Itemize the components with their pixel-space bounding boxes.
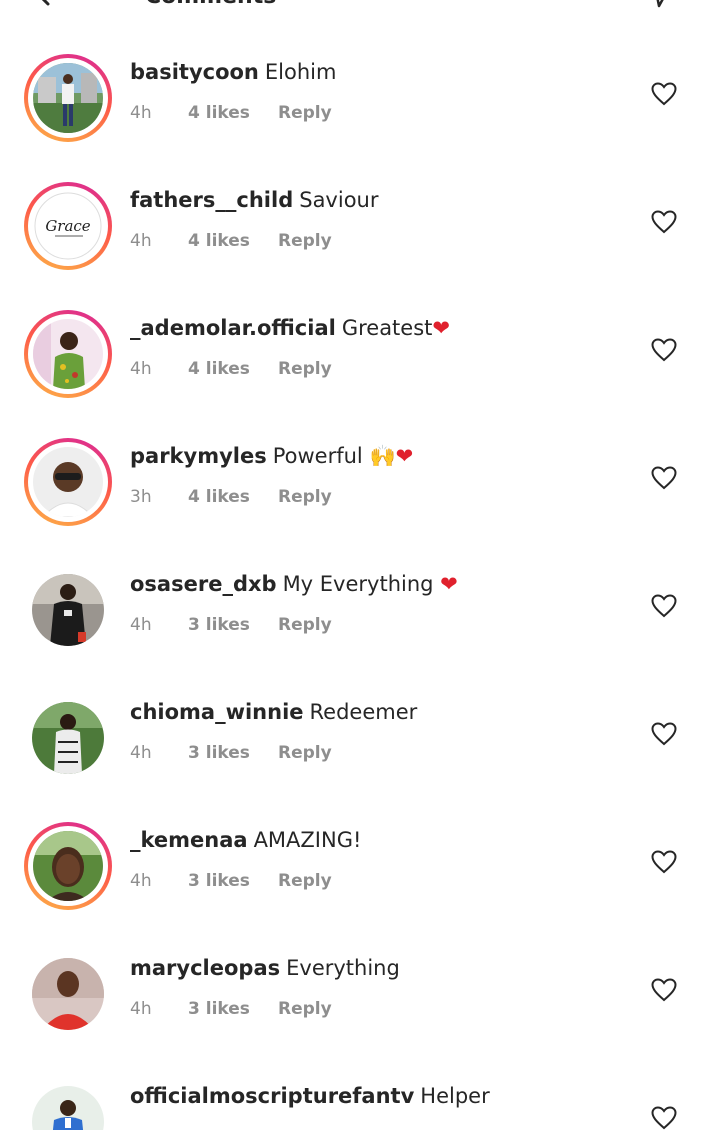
- comment-likes[interactable]: 4 likes: [188, 486, 250, 508]
- avatar[interactable]: [24, 566, 112, 654]
- avatar[interactable]: [24, 1078, 112, 1130]
- comment-time: 4h: [130, 615, 152, 635]
- like-heart-icon[interactable]: [651, 466, 677, 490]
- avatar-story-ring[interactable]: [24, 310, 112, 398]
- like-heart-icon[interactable]: [651, 722, 677, 746]
- person-photo-pink-icon: [33, 319, 103, 389]
- person-photo-garden-icon: [32, 702, 104, 774]
- person-photo-dark-icon: [32, 574, 104, 646]
- person-photo-white-icon: [33, 447, 103, 517]
- like-heart-icon[interactable]: [651, 210, 677, 234]
- comment-likes[interactable]: 3 likes: [188, 870, 250, 892]
- reply-button[interactable]: Reply: [278, 358, 332, 380]
- comment-message: My Everything: [282, 572, 434, 596]
- comment-time: 4h: [130, 871, 152, 891]
- comment-body: marycleopas Everything: [130, 954, 400, 982]
- comment-time: 4h: [130, 103, 152, 123]
- comment-row: officialmoscripturefantv Helper: [0, 1064, 719, 1130]
- comment-likes[interactable]: 4 likes: [188, 230, 250, 252]
- avatar-story-ring[interactable]: Grace: [24, 182, 112, 270]
- comment-body: parkymyles Powerful 🙌❤: [130, 442, 413, 470]
- comment-body: officialmoscripturefantv Helper: [130, 1082, 490, 1110]
- comment-time: 4h: [130, 359, 152, 379]
- comment-message: Redeemer: [309, 700, 418, 724]
- avatar-story-ring[interactable]: [24, 822, 112, 910]
- grace-script-logo: Grace: [33, 191, 103, 261]
- comment-body: _kemenaa AMAZING!: [130, 826, 361, 854]
- comment-message: Powerful: [272, 444, 363, 468]
- comment-time: 4h: [130, 231, 152, 251]
- reply-button[interactable]: Reply: [278, 998, 332, 1020]
- raising-hands-heart-emoji: 🙌❤: [369, 444, 414, 468]
- comment-likes[interactable]: 3 likes: [188, 614, 250, 636]
- comment-likes[interactable]: 4 likes: [188, 102, 250, 124]
- like-heart-icon[interactable]: [651, 594, 677, 618]
- comment-username[interactable]: osasere_dxb: [130, 572, 277, 596]
- comment-body: chioma_winnie Redeemer: [130, 698, 417, 726]
- like-heart-icon[interactable]: [651, 338, 677, 362]
- comment-username[interactable]: _kemenaa: [130, 828, 248, 852]
- comment-likes[interactable]: 4 likes: [188, 358, 250, 380]
- comment-list: basitycoonElohim 4h 4 likes Reply Grace: [0, 0, 719, 1130]
- comment-username[interactable]: parkymyles: [130, 444, 267, 468]
- comment-username[interactable]: chioma_winnie: [130, 700, 304, 724]
- comment-likes[interactable]: 3 likes: [188, 998, 250, 1020]
- comment-username[interactable]: officialmoscripturefantv: [130, 1084, 414, 1108]
- comment-row: _kemenaa AMAZING! 4h 3 likes Reply: [0, 808, 719, 936]
- like-heart-icon[interactable]: [651, 850, 677, 874]
- avatar[interactable]: [24, 694, 112, 782]
- comment-body: basitycoon Elohim: [130, 58, 336, 86]
- comment-username[interactable]: marycleopas: [130, 956, 280, 980]
- comment-body: fathers__child Saviour: [130, 186, 379, 214]
- avatar[interactable]: [24, 950, 112, 1038]
- reply-button[interactable]: Reply: [278, 102, 332, 124]
- comment-row: osasere_dxb My Everything ❤ 4h 3 likes Re…: [0, 552, 719, 680]
- reply-button[interactable]: Reply: [278, 614, 332, 636]
- reply-button[interactable]: Reply: [278, 230, 332, 252]
- heart-emoji: ❤: [432, 316, 450, 340]
- comment-body: _ademolar.official Greatest❤: [130, 314, 450, 342]
- comment-row: chioma_winnie Redeemer 4h 3 likes Reply: [0, 680, 719, 808]
- like-heart-icon[interactable]: [651, 978, 677, 1002]
- comment-message: Elohim: [264, 60, 337, 84]
- reply-button[interactable]: Reply: [278, 486, 332, 508]
- comment-username[interactable]: basitycoon: [130, 60, 259, 84]
- grace-logo-text: Grace: [45, 217, 90, 235]
- comment-message: AMAZING!: [253, 828, 362, 852]
- reply-button[interactable]: Reply: [278, 870, 332, 892]
- person-photo-red-icon: [32, 958, 104, 1030]
- comment-time: 4h: [130, 743, 152, 763]
- avatar-story-ring[interactable]: [24, 54, 112, 142]
- comment-row: basitycoon Elohim 4h 4 likes Reply: [0, 40, 719, 168]
- avatar-story-ring[interactable]: [24, 438, 112, 526]
- comment-body: osasere_dxb My Everything ❤: [130, 570, 458, 598]
- comment-row: marycleopas Everything 4h 3 likes Reply: [0, 936, 719, 1064]
- person-photo-green-icon: [33, 63, 103, 133]
- comment-likes[interactable]: 3 likes: [188, 742, 250, 764]
- comment-time: 4h: [130, 999, 152, 1019]
- like-heart-icon[interactable]: [651, 82, 677, 106]
- reply-button[interactable]: Reply: [278, 742, 332, 764]
- comment-message: Saviour: [299, 188, 379, 212]
- comment-row: _ademolar.official Greatest❤ 4h 4 likes R…: [0, 296, 719, 424]
- comment-message: Helper: [420, 1084, 490, 1108]
- comment-message: Greatest: [341, 316, 433, 340]
- person-photo-portrait-icon: [33, 831, 103, 901]
- comment-time: 3h: [130, 487, 152, 507]
- like-heart-icon[interactable]: [651, 1106, 677, 1130]
- comment-message: Everything: [286, 956, 400, 980]
- comment-row: parkymyles Powerful 🙌❤ 3h 4 likes Reply: [0, 424, 719, 552]
- person-photo-blue-icon: [32, 1086, 104, 1130]
- comment-row: Grace fathers__child Saviour 4h 4 likes R…: [0, 168, 719, 296]
- comment-username[interactable]: fathers__child: [130, 188, 293, 212]
- comment-username[interactable]: _ademolar.official: [130, 316, 336, 340]
- heart-emoji: ❤: [440, 572, 458, 596]
